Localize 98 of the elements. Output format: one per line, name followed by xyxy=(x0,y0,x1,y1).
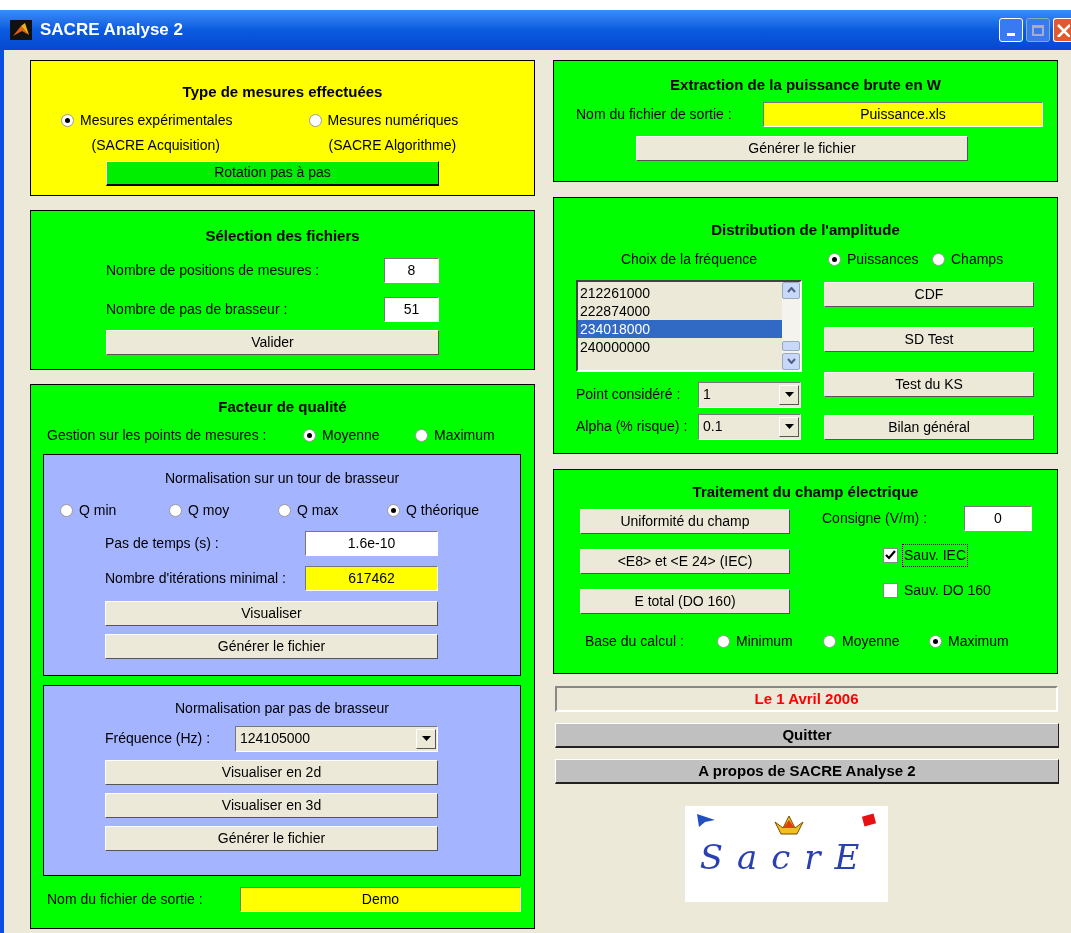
radio-button[interactable] xyxy=(308,113,322,127)
radio-sublabel: (SACRE Acquisition) xyxy=(91,135,220,155)
minimize-button[interactable] xyxy=(999,18,1023,42)
field-label: Nom du fichier de sortie : xyxy=(47,889,204,909)
radio-button[interactable] xyxy=(169,503,182,517)
subpanel-title: Normalisation par pas de brasseur xyxy=(174,698,390,718)
radio-label: Mesures expérimentales xyxy=(80,110,233,130)
input-field[interactable]: 1.6e-10 xyxy=(305,530,438,556)
radio-label: Q max xyxy=(297,500,339,520)
radio-label: Champs xyxy=(951,249,1004,269)
input-field[interactable]: 617462 xyxy=(305,565,438,591)
radio-label: Minimum xyxy=(736,631,793,651)
radio-button[interactable] xyxy=(929,634,942,648)
field-label: Nombre de positions de mesures : xyxy=(106,260,321,280)
logo-text: SacrE xyxy=(699,840,874,874)
radio-label: Q théorique xyxy=(406,500,480,520)
field-label: Fréquence (Hz) : xyxy=(105,729,212,748)
button[interactable]: A propos de SACRE Analyse 2 xyxy=(555,759,1059,784)
radio-label: Q min xyxy=(79,500,117,520)
panel-title: Facteur de qualité xyxy=(217,397,348,417)
checkbox-label: Sauv. IEC xyxy=(903,544,967,566)
field-label: Point considéré : xyxy=(576,385,682,404)
input-field[interactable]: 8 xyxy=(384,257,439,283)
scroll-down-icon[interactable] xyxy=(782,352,800,370)
scroll-thumb[interactable] xyxy=(782,340,800,351)
input-field[interactable]: 0 xyxy=(964,505,1032,531)
field-label: Pas de temps (s) : xyxy=(105,533,220,553)
radio-button[interactable] xyxy=(828,252,841,266)
radio-label: Moyenne xyxy=(842,631,900,651)
frequency-list[interactable]: 212261000 222874000 234018000 240000000 xyxy=(576,279,802,372)
list-item[interactable]: 234018000 xyxy=(578,319,782,338)
subpanel-title: Normalisation sur un tour de brasseur xyxy=(163,468,401,488)
list-item[interactable]: 240000000 xyxy=(578,337,782,356)
button[interactable]: Visualiser en 2d xyxy=(105,759,438,785)
field-label: Gestion sur les points de mesures : xyxy=(47,425,268,445)
panel-title: Traitement du champ électrique xyxy=(691,482,920,502)
close-button[interactable] xyxy=(1053,18,1071,42)
scroll-up-icon[interactable] xyxy=(782,281,800,299)
button[interactable]: Test du KS xyxy=(824,371,1034,397)
field-label: Base du calcul : xyxy=(585,631,685,651)
button[interactable]: Générer le fichier xyxy=(105,825,438,851)
button[interactable]: Bilan général xyxy=(824,414,1034,440)
close-icon xyxy=(1056,23,1070,37)
button[interactable]: Générer le fichier xyxy=(105,633,438,659)
input-field[interactable]: 51 xyxy=(384,296,439,322)
button[interactable]: <E8> et <E 24> (IEC) xyxy=(580,548,790,574)
radio-button[interactable] xyxy=(717,634,730,648)
field-label: Nombre d'itérations minimal : xyxy=(105,568,287,588)
button[interactable]: SD Test xyxy=(824,326,1034,352)
radio-button[interactable] xyxy=(415,428,428,442)
radio-button[interactable] xyxy=(303,428,316,442)
check-icon xyxy=(885,550,896,560)
radio-button[interactable] xyxy=(387,503,400,517)
panel-title: Distribution de l'amplitude xyxy=(710,220,901,240)
checkbox[interactable] xyxy=(883,582,898,598)
scrollbar[interactable] xyxy=(782,281,800,370)
button[interactable]: Visualiser en 3d xyxy=(105,792,438,818)
button[interactable]: Rotation pas à pas xyxy=(106,160,439,186)
list-item[interactable]: 212261000 xyxy=(578,283,782,302)
radio-label: Puissances xyxy=(847,249,919,269)
field-label: Nom du fichier de sortie : xyxy=(576,104,733,124)
radio-button[interactable] xyxy=(278,503,291,517)
button[interactable]: CDF xyxy=(824,281,1034,307)
input-field[interactable]: Demo xyxy=(240,886,521,912)
list-item[interactable]: 222874000 xyxy=(578,301,782,320)
radio-button[interactable] xyxy=(60,503,73,517)
field-label: Consigne (V/m) : xyxy=(822,508,929,528)
panel-title: Sélection des fichiers xyxy=(204,226,361,246)
dropdown[interactable]: 0.1 xyxy=(698,413,801,440)
field-label: Nombre de pas de brasseur : xyxy=(106,299,289,319)
panel-title: Type de mesures effectuées xyxy=(181,82,384,102)
dropdown[interactable]: 1 xyxy=(698,381,801,408)
radio-label: Maximum xyxy=(434,425,495,445)
window-title: SACRE Analyse 2 xyxy=(40,19,183,42)
button[interactable]: Valider xyxy=(106,329,439,355)
radio-label: Moyenne xyxy=(322,425,380,445)
field-label: Alpha (% risque) : xyxy=(576,417,689,436)
button[interactable]: Quitter xyxy=(555,723,1059,748)
button[interactable]: Générer le fichier xyxy=(636,135,968,161)
button[interactable]: E total (DO 160) xyxy=(580,588,790,614)
button[interactable]: Uniformité du champ xyxy=(580,508,790,534)
checkbox[interactable] xyxy=(883,547,898,563)
button[interactable]: Visualiser xyxy=(105,600,438,626)
panel-title: Extraction de la puissance brute en W xyxy=(669,75,942,95)
date-field: Le 1 Avril 2006 xyxy=(555,686,1058,712)
app-icon xyxy=(10,20,32,40)
list-label: Choix de la fréquence xyxy=(619,249,759,269)
input-field[interactable]: Puissance.xls xyxy=(763,101,1043,127)
radio-button[interactable] xyxy=(932,252,945,266)
radio-label: Maximum xyxy=(948,631,1009,651)
radio-sublabel: (SACRE Algorithme) xyxy=(328,135,457,155)
pennant-icon xyxy=(695,812,717,828)
radio-label: Q moy xyxy=(188,500,230,520)
radio-label: Mesures numériques xyxy=(327,110,459,130)
dropdown[interactable]: 124105000 xyxy=(235,725,438,752)
radio-button[interactable] xyxy=(61,113,74,127)
radio-button[interactable] xyxy=(823,634,836,648)
checkbox-label: Sauv. DO 160 xyxy=(903,580,992,600)
